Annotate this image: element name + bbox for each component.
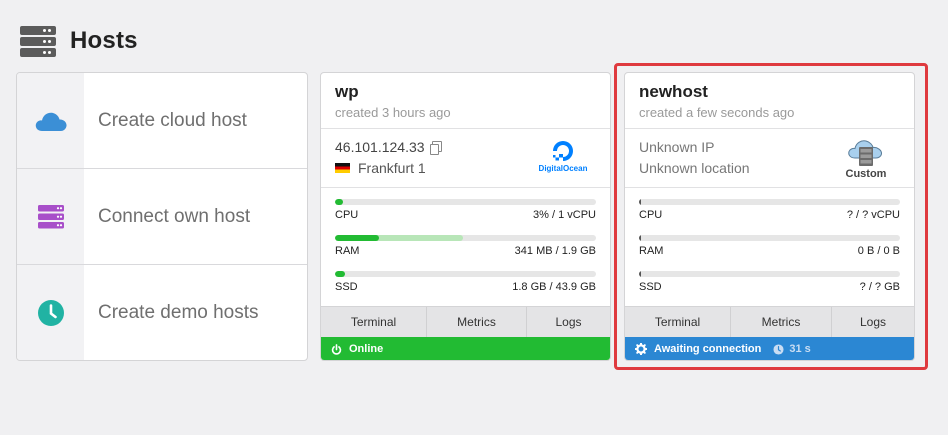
ssd-metric: SSD 1.8 GB / 43.9 GB	[335, 271, 596, 307]
ram-metric: RAM 0 B / 0 B	[639, 235, 900, 271]
host-ip: Unknown IP	[639, 139, 715, 155]
metric-label: SSD	[639, 281, 662, 293]
metric-label: RAM	[335, 245, 360, 257]
connect-own-host-label: Connect own host	[98, 205, 251, 227]
tab-logs[interactable]: Logs	[832, 307, 914, 337]
provider-name: DigitalOcean	[538, 164, 588, 173]
status-text: Online	[349, 343, 384, 355]
cpu-metric: CPU 3% / 1 vCPU	[335, 199, 596, 235]
metric-label: RAM	[639, 245, 664, 257]
tab-terminal[interactable]: Terminal	[321, 307, 427, 337]
connect-own-host-button[interactable]: Connect own host	[17, 169, 307, 265]
server-stack-icon	[20, 25, 56, 57]
tab-metrics[interactable]: Metrics	[731, 307, 832, 337]
power-icon	[331, 343, 342, 355]
clock-icon	[773, 343, 784, 355]
ssd-usage-bar	[335, 271, 346, 277]
page-title: Hosts	[70, 27, 138, 54]
clock-icon	[37, 300, 64, 326]
digitalocean-logo: DigitalOcean	[536, 139, 590, 173]
connection-timer: 31 s	[773, 343, 811, 355]
metric-label: CPU	[639, 209, 663, 221]
metric-label: CPU	[335, 209, 359, 221]
host-tabs: Terminal Metrics Logs	[625, 306, 914, 337]
create-cloud-host-label: Create cloud host	[98, 109, 247, 131]
create-demo-hosts-button[interactable]: Create demo hosts	[17, 265, 307, 360]
ram-usage-bar	[335, 235, 380, 241]
tab-terminal[interactable]: Terminal	[625, 307, 731, 337]
host-card-newhost[interactable]: newhost created a few seconds ago Unknow…	[624, 72, 915, 361]
metric-value: 3% / 1 vCPU	[533, 209, 596, 221]
cloud-icon	[35, 112, 67, 131]
metric-value: 1.8 GB / 43.9 GB	[512, 281, 596, 293]
page-header: Hosts	[20, 24, 138, 58]
host-location: Unknown location	[639, 160, 750, 176]
host-tabs: Terminal Metrics Logs	[321, 306, 610, 337]
status-text: Awaiting connection	[654, 343, 762, 355]
host-created: created 3 hours ago	[335, 105, 451, 120]
ssd-usage-bar	[639, 271, 641, 277]
metric-value: ? / ? vCPU	[846, 209, 900, 221]
tab-logs[interactable]: Logs	[527, 307, 610, 337]
status-bar: Awaiting connection 31 s	[625, 337, 914, 360]
server-icon	[37, 204, 64, 228]
create-actions-panel: Create cloud host Connect own host Creat…	[16, 72, 308, 361]
host-name[interactable]: wp	[335, 82, 596, 102]
cpu-usage-bar	[639, 199, 641, 205]
ram-usage-bar	[639, 235, 641, 241]
metric-value: 341 MB / 1.9 GB	[514, 245, 596, 257]
metric-value: ? / ? GB	[859, 281, 900, 293]
metric-label: SSD	[335, 281, 358, 293]
host-ip: 46.101.124.33	[335, 139, 425, 155]
copy-icon[interactable]	[429, 141, 442, 155]
host-name[interactable]: newhost	[639, 82, 900, 102]
timer-text: 31 s	[789, 343, 811, 355]
tab-metrics[interactable]: Metrics	[427, 307, 527, 337]
metric-value: 0 B / 0 B	[857, 245, 900, 257]
ram-metric: RAM 341 MB / 1.9 GB	[335, 235, 596, 271]
custom-provider-logo: Custom	[840, 137, 892, 180]
germany-flag-icon	[335, 163, 350, 173]
status-bar: Online	[321, 337, 610, 360]
create-demo-hosts-label: Create demo hosts	[98, 302, 259, 323]
custom-cloud-server-icon	[848, 140, 883, 166]
ssd-metric: SSD ? / ? GB	[639, 271, 900, 307]
gear-icon	[635, 343, 647, 355]
host-card-wp[interactable]: wp created 3 hours ago 46.101.124.33 Fra…	[320, 72, 611, 361]
cpu-metric: CPU ? / ? vCPU	[639, 199, 900, 235]
host-created: created a few seconds ago	[639, 105, 795, 120]
host-location: Frankfurt 1	[358, 160, 426, 176]
provider-name: Custom	[845, 168, 887, 180]
create-cloud-host-button[interactable]: Create cloud host	[17, 73, 307, 169]
cpu-usage-bar	[335, 199, 343, 205]
